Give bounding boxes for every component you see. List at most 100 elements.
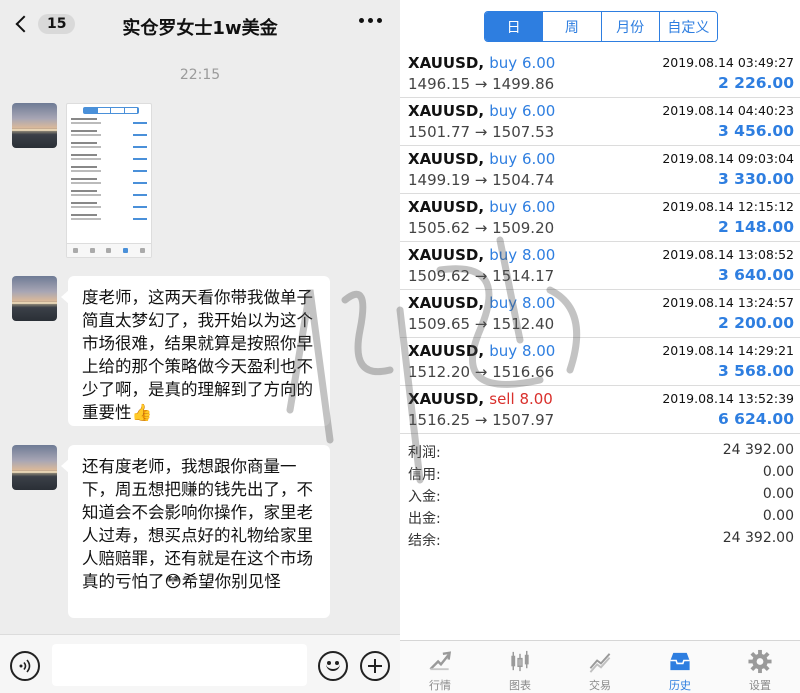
summary-label: 利润: <box>408 445 441 461</box>
order-row[interactable]: XAUUSD, buy 6.00 1496.15 → 1499.86 2019.08… <box>400 50 800 98</box>
order-profit: 2 226.00 <box>718 74 794 92</box>
tab-day[interactable]: 日 <box>485 12 544 41</box>
tab-month[interactable]: 月份 <box>601 12 660 41</box>
order-side: sell 8.00 <box>489 390 553 408</box>
order-profit: 3 568.00 <box>718 362 794 380</box>
order-row[interactable]: XAUUSD, buy 6.00 1499.19 → 1504.74 2019.08… <box>400 146 800 194</box>
order-volume: 8.00 <box>521 246 556 264</box>
order-side: buy 8.00 <box>489 342 556 360</box>
chat-title: 实仓罗女士1w美金 <box>122 18 278 39</box>
summary-label: 入金: <box>408 489 441 505</box>
summary-label: 信用: <box>408 467 441 483</box>
order-prices: 1505.62 → 1509.20 <box>408 219 555 237</box>
order-side: buy 6.00 <box>489 102 556 120</box>
order-prices: 1499.19 → 1504.74 <box>408 171 555 189</box>
summary-row: 入金: 0.00 <box>400 484 800 506</box>
order-time: 2019.08.14 03:49:27 <box>662 55 794 70</box>
voice-icon <box>19 659 31 673</box>
settings-icon <box>748 649 772 674</box>
order-time: 2019.08.14 12:15:12 <box>662 199 794 214</box>
account-summary: 利润: 24 392.00 信用: 0.00 入金: 0.00 出金: 0.00 结余: 24 3… <box>400 440 800 550</box>
order-time: 2019.08.14 09:03:04 <box>662 151 794 166</box>
order-profit: 3 456.00 <box>718 122 794 140</box>
more-functions-button[interactable] <box>360 651 390 681</box>
order-prices: 1509.62 → 1514.17 <box>408 267 555 285</box>
order-symbol: XAUUSD, buy 6.00 <box>408 102 556 120</box>
order-volume: 8.00 <box>521 342 556 360</box>
order-symbol: XAUUSD, buy 6.00 <box>408 150 556 168</box>
bottom-tab-bar: 行情 图表 交易 历史 设置 <box>400 640 800 693</box>
emoji-button[interactable] <box>318 651 348 681</box>
tab-week[interactable]: 周 <box>543 12 602 41</box>
summary-value: 24 392.00 <box>722 530 794 546</box>
order-time: 2019.08.14 04:40:23 <box>662 103 794 118</box>
summary-label: 出金: <box>408 511 441 527</box>
order-side: buy 6.00 <box>489 150 556 168</box>
avatar[interactable] <box>12 445 57 490</box>
message-input[interactable] <box>52 644 307 686</box>
order-volume: 6.00 <box>521 54 556 72</box>
summary-value: 0.00 <box>762 464 794 480</box>
order-row[interactable]: XAUUSD, buy 6.00 1505.62 → 1509.20 2019.08… <box>400 194 800 242</box>
summary-value: 24 392.00 <box>722 442 794 458</box>
chat-header: 15 实仓罗女士1w美金 <box>0 0 400 52</box>
order-time: 2019.08.14 13:24:57 <box>662 295 794 310</box>
avatar[interactable] <box>12 103 57 148</box>
order-side: buy 8.00 <box>489 246 556 264</box>
order-profit: 2 148.00 <box>718 218 794 236</box>
image-message-thumbnail[interactable] <box>66 103 152 258</box>
period-segmented-control: 日 周 月份 自定义 <box>484 11 718 42</box>
chat-panel: 15 实仓罗女士1w美金 22:15 度老师，这两天看你带我做单子简直太梦幻了，… <box>0 0 400 693</box>
order-prices: 1512.20 → 1516.66 <box>408 363 555 381</box>
order-row[interactable]: XAUUSD, buy 8.00 1509.62 → 1514.17 2019.08… <box>400 242 800 290</box>
more-options-button[interactable] <box>359 18 382 23</box>
summary-value: 0.00 <box>762 508 794 524</box>
smiley-icon <box>326 663 340 671</box>
more-dots-icon <box>359 18 364 23</box>
tab-settings[interactable]: 设置 <box>720 641 800 693</box>
order-symbol: XAUUSD, buy 8.00 <box>408 342 556 360</box>
summary-label: 结余: <box>408 533 441 549</box>
chart-icon <box>511 650 529 672</box>
chat-input-bar <box>0 634 400 693</box>
order-time: 2019.08.14 13:52:39 <box>662 391 794 406</box>
order-volume: 8.00 <box>519 390 553 408</box>
order-profit: 3 640.00 <box>718 266 794 284</box>
summary-row: 出金: 0.00 <box>400 506 800 528</box>
order-profit: 3 330.00 <box>718 170 794 188</box>
summary-row: 利润: 24 392.00 <box>400 440 800 462</box>
order-volume: 8.00 <box>521 294 556 312</box>
summary-row: 信用: 0.00 <box>400 462 800 484</box>
order-row[interactable]: XAUUSD, buy 8.00 1509.65 → 1512.40 2019.08… <box>400 290 800 338</box>
order-symbol: XAUUSD, sell 8.00 <box>408 390 553 408</box>
order-time: 2019.08.14 14:29:21 <box>662 343 794 358</box>
tab-chart[interactable]: 图表 <box>480 641 560 693</box>
order-profit: 6 624.00 <box>718 410 794 428</box>
quotes-icon <box>429 651 452 671</box>
order-symbol: XAUUSD, buy 8.00 <box>408 294 556 312</box>
order-volume: 6.00 <box>521 102 556 120</box>
order-side: buy 8.00 <box>489 294 556 312</box>
order-row[interactable]: XAUUSD, sell 8.00 1516.25 → 1507.97 2019.0… <box>400 386 800 434</box>
order-row[interactable]: XAUUSD, buy 8.00 1512.20 → 1516.66 2019.08… <box>400 338 800 386</box>
order-side: buy 6.00 <box>489 54 556 72</box>
order-prices: 1516.25 → 1507.97 <box>408 411 555 429</box>
tab-history[interactable]: 历史 <box>640 641 720 693</box>
order-prices: 1496.15 → 1499.86 <box>408 75 555 93</box>
order-symbol: XAUUSD, buy 6.00 <box>408 198 556 216</box>
order-profit: 2 200.00 <box>718 314 794 332</box>
text-message[interactable]: 度老师，这两天看你带我做单子简直太梦幻了，我开始以为这个市场很难，结果就算是按照… <box>61 276 330 426</box>
tab-quotes[interactable]: 行情 <box>400 641 480 693</box>
tab-custom[interactable]: 自定义 <box>659 12 717 41</box>
order-time: 2019.08.14 13:08:52 <box>662 247 794 262</box>
order-symbol: XAUUSD, buy 6.00 <box>408 54 556 72</box>
order-volume: 6.00 <box>521 198 556 216</box>
tab-trade[interactable]: 交易 <box>560 641 640 693</box>
order-row[interactable]: XAUUSD, buy 6.00 1501.77 → 1507.53 2019.08… <box>400 98 800 146</box>
order-prices: 1501.77 → 1507.53 <box>408 123 555 141</box>
trade-icon <box>589 653 611 673</box>
text-message[interactable]: 还有度老师，我想跟你商量一下，周五想把赚的钱先出了，不知道会不会影响你操作，家里… <box>61 445 330 618</box>
voice-input-button[interactable] <box>10 651 40 681</box>
avatar[interactable] <box>12 276 57 321</box>
trade-history-panel: 日 周 月份 自定义 XAUUSD, buy 6.00 1496.15 → 149… <box>400 0 800 693</box>
